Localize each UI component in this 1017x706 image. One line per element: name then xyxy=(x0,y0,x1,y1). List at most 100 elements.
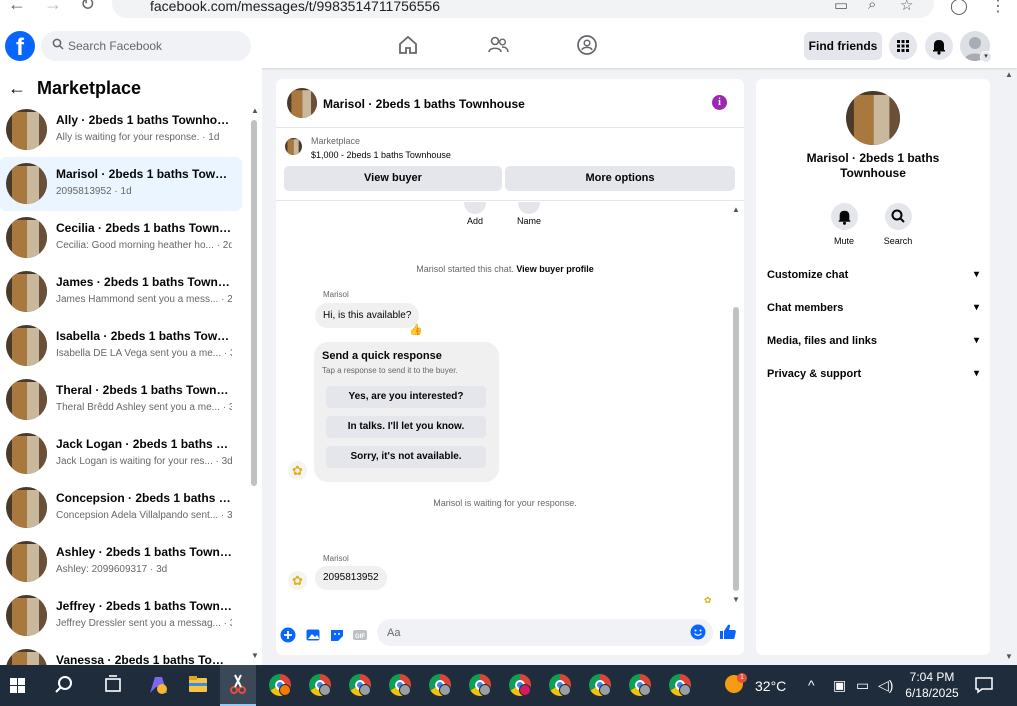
back-icon[interactable]: ← xyxy=(8,0,26,15)
chrome-taskbar-button[interactable] xyxy=(300,665,336,706)
chevron-down-icon[interactable]: ▾ xyxy=(980,51,992,63)
clock[interactable]: 7:04 PM 6/18/2025 xyxy=(898,669,966,701)
address-bar[interactable]: facebook.com/messages/t/9983514711756556… xyxy=(112,0,934,18)
profile-icon[interactable]: ◯ xyxy=(950,0,968,16)
home-icon[interactable] xyxy=(397,34,419,56)
thumbs-up-reaction-icon[interactable]: 👍 xyxy=(409,323,423,336)
reload-icon[interactable]: ↻ xyxy=(80,0,95,15)
chrome-taskbar-button[interactable] xyxy=(580,665,616,706)
details-avatar[interactable] xyxy=(846,91,900,145)
search-box[interactable] xyxy=(41,31,251,61)
name-action[interactable]: Name xyxy=(499,202,559,226)
chat-members-section[interactable]: Chat members ▾ xyxy=(767,302,979,322)
friends-icon[interactable] xyxy=(487,34,509,56)
conversation-item[interactable]: Jack Logan · 2beds 1 baths Townhouse Jac… xyxy=(0,427,242,481)
notifications-button[interactable] xyxy=(925,32,953,60)
chrome-taskbar-button[interactable] xyxy=(620,665,656,706)
windows-start-icon[interactable] xyxy=(0,665,36,706)
mute-action[interactable]: Mute xyxy=(819,203,869,246)
conversation-snippet: Jeffrey Dressler sent you a messag... · … xyxy=(56,618,232,629)
chrome-taskbar-button[interactable] xyxy=(460,665,496,706)
install-app-icon[interactable]: ▭ xyxy=(834,0,848,14)
conversation-item[interactable]: Concepsion · 2beds 1 baths Townhouse Con… xyxy=(0,481,242,535)
chrome-taskbar-button[interactable] xyxy=(540,665,576,706)
media-files-links-section[interactable]: Media, files and links ▾ xyxy=(767,335,979,355)
forward-icon[interactable]: → xyxy=(44,0,62,15)
search-icon[interactable] xyxy=(46,665,82,706)
view-buyer-profile-link[interactable]: View buyer profile xyxy=(516,264,593,274)
emoji-icon[interactable] xyxy=(690,624,706,640)
chrome-taskbar-button[interactable] xyxy=(380,665,416,706)
url-text[interactable]: facebook.com/messages/t/9983514711756556 xyxy=(150,0,440,14)
meet-now-icon[interactable]: ▣ xyxy=(833,677,846,694)
sender-avatar[interactable]: ✿ xyxy=(288,461,307,480)
conversation-item[interactable]: Vanessa · 2beds 1 baths Townhouse xyxy=(0,643,242,665)
message-input[interactable] xyxy=(387,619,687,646)
conversation-item[interactable]: Ally · 2beds 1 baths Townhouse Ally is w… xyxy=(0,103,242,157)
photo-icon[interactable] xyxy=(305,627,321,643)
groups-icon[interactable] xyxy=(576,34,598,56)
svg-text:GIF: GIF xyxy=(355,634,365,640)
find-friends-button[interactable]: Find friends xyxy=(804,32,882,60)
message-bubble[interactable]: Hi, is this available? xyxy=(315,303,420,328)
scroll-down-arrow[interactable]: ▼ xyxy=(251,651,259,660)
chrome-taskbar-button[interactable] xyxy=(340,665,376,706)
sticker-icon[interactable] xyxy=(329,627,345,643)
message-bubble[interactable]: 2095813952 xyxy=(315,566,387,590)
notification-center-icon[interactable] xyxy=(974,676,994,694)
chrome-taskbar-button[interactable] xyxy=(500,665,536,706)
chrome-taskbar-button[interactable] xyxy=(260,665,296,706)
menu-grid-button[interactable] xyxy=(889,32,917,60)
gif-icon[interactable]: GIF xyxy=(352,627,368,643)
network-icon[interactable]: ▭ xyxy=(856,677,869,694)
customize-chat-section[interactable]: Customize chat ▾ xyxy=(767,269,979,289)
quick-response-button[interactable]: Sorry, it's not available. xyxy=(326,446,486,468)
copilot-icon[interactable] xyxy=(140,665,176,706)
windows-taskbar: 1 32°C ^ ▣ ▭ ◁) 7:04 PM 6/18/2025 xyxy=(0,665,1017,706)
privacy-support-section[interactable]: Privacy & support ▾ xyxy=(767,368,979,388)
sender-avatar[interactable]: ✿ xyxy=(288,571,307,590)
thumbs-up-icon[interactable] xyxy=(719,623,737,641)
menu-dots-icon[interactable]: ⋮ xyxy=(990,0,1006,16)
info-icon[interactable]: i xyxy=(712,95,727,110)
file-explorer-icon[interactable] xyxy=(180,665,216,706)
scroll-down-arrow[interactable]: ▼ xyxy=(732,595,740,604)
page-scroll-up-arrow[interactable]: ▲ xyxy=(1005,70,1013,79)
temperature-text[interactable]: 32°C xyxy=(755,678,786,694)
page-scroll-down-arrow[interactable]: ▼ xyxy=(1005,652,1013,661)
quick-response-button[interactable]: Yes, are you interested? xyxy=(326,386,486,408)
bookmark-star-icon[interactable]: ☆ xyxy=(900,0,913,14)
search-input[interactable] xyxy=(68,31,246,61)
more-options-button[interactable]: More options xyxy=(505,166,735,191)
task-view-icon[interactable] xyxy=(95,665,131,706)
zoom-icon[interactable]: ⌕ xyxy=(868,0,876,13)
conversation-item[interactable]: Theral · 2beds 1 baths Townhouse Theral … xyxy=(0,373,242,427)
plus-circle-icon[interactable] xyxy=(280,627,296,643)
conversation-item[interactable]: Cecilia · 2beds 1 baths Townhouse Cecili… xyxy=(0,211,242,265)
sidebar-scrollbar[interactable] xyxy=(251,120,257,486)
chevron-up-icon[interactable]: ^ xyxy=(808,677,815,693)
listing-thumbnail xyxy=(6,487,47,528)
chrome-taskbar-button[interactable] xyxy=(660,665,696,706)
chat-avatar[interactable] xyxy=(287,88,317,118)
back-arrow-icon[interactable]: ← xyxy=(8,78,26,99)
snipping-tool-taskbar-button[interactable] xyxy=(220,665,256,706)
chat-scrollbar[interactable] xyxy=(733,307,739,591)
conversation-item[interactable]: Ashley · 2beds 1 baths Townhouse Ashley:… xyxy=(0,535,242,589)
conversation-item[interactable]: Isabella · 2beds 1 baths Townhouse Isabe… xyxy=(0,319,242,373)
listing-price[interactable]: $1,000 - 2beds 1 baths Townhouse xyxy=(311,150,451,160)
search-action[interactable]: Search xyxy=(873,203,923,246)
scroll-up-arrow[interactable]: ▲ xyxy=(251,106,259,115)
chrome-taskbar-button[interactable] xyxy=(420,665,456,706)
conversation-item[interactable]: Jeffrey · 2beds 1 baths Townhouse Jeffre… xyxy=(0,589,242,643)
add-nickname-action[interactable]: Add xyxy=(445,202,505,226)
quick-response-button[interactable]: In talks. I'll let you know. xyxy=(326,416,486,438)
message-input-box[interactable] xyxy=(377,619,713,646)
conversation-item-active[interactable]: Marisol · 2beds 1 baths Townhouse 209581… xyxy=(0,157,242,211)
scroll-up-arrow[interactable]: ▲ xyxy=(732,205,740,214)
view-buyer-button[interactable]: View buyer xyxy=(284,166,502,191)
conversation-item[interactable]: James · 2beds 1 baths Townhouse James Ha… xyxy=(0,265,242,319)
volume-icon[interactable]: ◁) xyxy=(878,677,893,694)
chat-title[interactable]: Marisol · 2beds 1 baths Townhouse xyxy=(323,97,525,111)
facebook-logo[interactable]: f xyxy=(5,31,35,61)
